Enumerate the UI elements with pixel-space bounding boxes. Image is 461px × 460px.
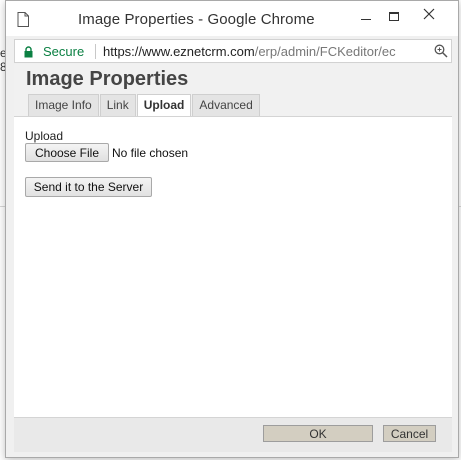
tab-image-info[interactable]: Image Info [28, 94, 99, 116]
send-to-server-button[interactable]: Send it to the Server [25, 177, 152, 197]
title-bar[interactable]: Image Properties - Google Chrome [6, 1, 458, 36]
url-text[interactable]: https://www.eznetcrm.com/erp/admin/FCKed… [103, 44, 427, 59]
maximize-button[interactable] [381, 6, 407, 26]
tab-advanced[interactable]: Advanced [192, 94, 260, 116]
dialog-title: Image Properties [26, 68, 189, 90]
maximize-icon [389, 11, 399, 21]
upload-panel: Upload Choose File No file chosen Send i… [14, 116, 452, 417]
window-title: Image Properties - Google Chrome [78, 11, 315, 28]
minimize-icon [361, 13, 371, 20]
minimize-button[interactable] [353, 6, 379, 26]
zoom-icon[interactable] [434, 44, 448, 58]
ok-button[interactable]: OK [263, 425, 373, 442]
close-button[interactable] [408, 6, 449, 26]
dialog-footer: OK Cancel [14, 417, 452, 452]
image-properties-dialog: Image Properties Image Info Link Upload … [14, 64, 452, 452]
file-status: No file chosen [112, 146, 189, 160]
tab-bar: Image Info Link Upload Advanced [28, 94, 261, 117]
lock-icon [24, 45, 33, 58]
tab-upload[interactable]: Upload [136, 94, 192, 117]
url-host: https://www.eznetcrm.com [103, 44, 255, 59]
address-separator [95, 44, 96, 59]
address-bar[interactable]: Secure https://www.eznetcrm.com/erp/admi… [14, 39, 452, 63]
url-path: /erp/admin/FCKeditor/ec [254, 44, 396, 59]
cancel-button[interactable]: Cancel [383, 425, 436, 442]
close-icon [423, 7, 435, 25]
page-icon [17, 12, 29, 27]
secure-label: Secure [43, 44, 85, 59]
tab-link[interactable]: Link [99, 94, 136, 116]
upload-label: Upload [25, 129, 64, 143]
popup-window: Image Properties - Google Chrome Secure … [5, 0, 459, 458]
choose-file-button[interactable]: Choose File [25, 143, 109, 162]
